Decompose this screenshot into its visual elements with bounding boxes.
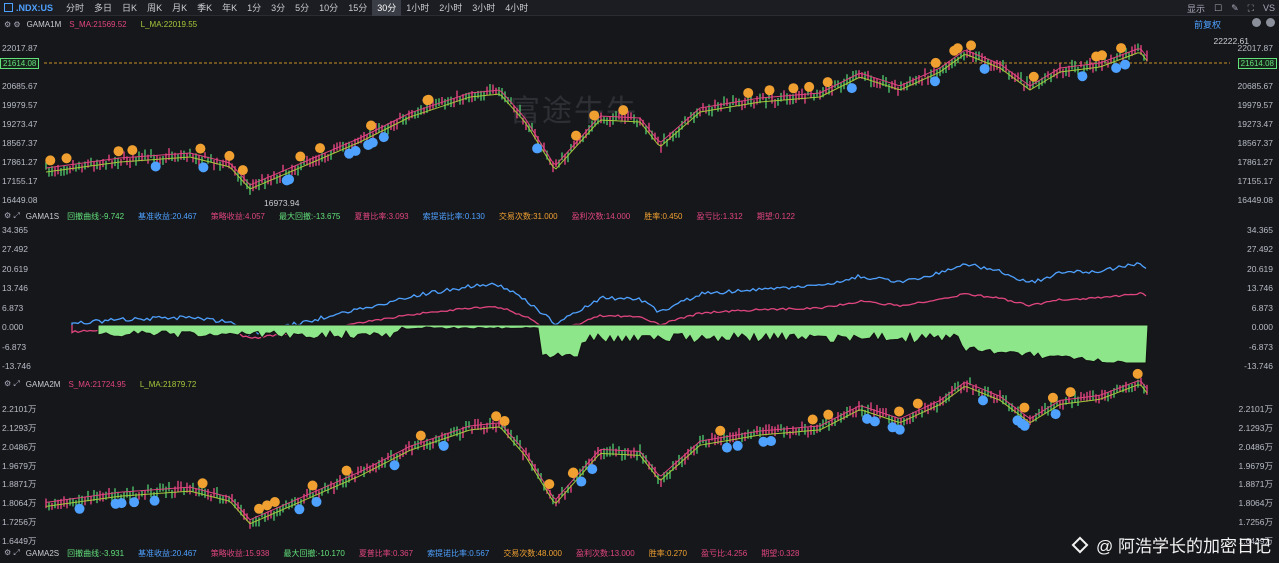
buy-marker: [307, 480, 318, 491]
sell-marker: [887, 422, 898, 433]
buy-marker: [894, 406, 905, 417]
sell-marker: [1120, 59, 1131, 70]
sell-marker: [110, 498, 121, 509]
l-ma-line: [45, 52, 1148, 190]
sell-marker: [1077, 71, 1088, 82]
sell-marker: [1019, 420, 1030, 431]
buy-marker: [491, 411, 502, 422]
buy-marker: [567, 468, 578, 479]
benchmark-line: [71, 262, 1147, 336]
buy-marker: [743, 87, 754, 98]
buy-marker: [544, 479, 555, 490]
sell-marker: [862, 413, 873, 424]
buy-marker: [315, 143, 326, 154]
buy-marker: [341, 465, 352, 476]
buy-marker: [224, 150, 235, 161]
sell-marker: [977, 395, 988, 406]
sell-marker: [150, 161, 161, 172]
sell-marker: [1050, 409, 1061, 420]
sell-marker: [129, 497, 140, 508]
buy-marker: [788, 83, 799, 94]
sell-marker: [758, 436, 769, 447]
buy-marker: [237, 165, 248, 176]
chart-window: .NDX:US 分时 多日 日K 周K 月K 季K 年K 1分 3分 5分 10分 15分 30分 1小时…: [0, 0, 1279, 563]
sell-marker: [732, 440, 743, 451]
buy-marker: [1132, 368, 1143, 379]
buy-marker: [822, 77, 833, 88]
footer-watermark: @ 阿浩学长的加密日记: [1071, 532, 1271, 557]
sell-marker: [532, 143, 543, 154]
buy-marker: [715, 425, 726, 436]
buy-marker: [1019, 402, 1030, 413]
buy-marker: [423, 94, 434, 105]
diamond-icon: [1071, 536, 1089, 553]
buy-marker: [618, 105, 629, 116]
buy-marker: [366, 120, 377, 131]
buy-marker: [1091, 51, 1102, 62]
buy-marker: [195, 143, 206, 154]
sell-marker: [1111, 62, 1122, 73]
sell-marker: [311, 496, 322, 507]
buy-marker: [499, 416, 510, 427]
buy-marker: [1047, 392, 1058, 403]
buy-marker: [61, 153, 72, 164]
buy-marker: [1028, 71, 1039, 82]
chart-plots[interactable]: [0, 0, 1279, 563]
buy-marker: [1116, 43, 1127, 54]
buy-marker: [415, 430, 426, 441]
buy-marker: [807, 414, 818, 425]
sell-marker: [846, 83, 857, 94]
sell-marker: [721, 442, 732, 453]
sell-marker: [281, 175, 292, 186]
sell-marker: [576, 476, 587, 487]
buy-marker: [930, 57, 941, 68]
sell-marker: [587, 464, 598, 475]
buy-marker: [262, 500, 273, 511]
sell-marker: [929, 76, 940, 87]
sell-marker: [363, 139, 374, 150]
buy-marker: [589, 110, 600, 121]
buy-marker: [295, 151, 306, 162]
buy-marker: [764, 85, 775, 96]
sell-marker: [438, 440, 449, 451]
buy-marker: [804, 81, 815, 92]
buy-marker: [571, 130, 582, 141]
sell-marker: [344, 148, 355, 159]
buy-marker: [45, 155, 56, 166]
l-ma-line: [45, 384, 1148, 525]
buy-marker: [1065, 387, 1076, 398]
buy-marker: [966, 40, 977, 51]
buy-marker: [952, 43, 963, 54]
sell-marker: [294, 504, 305, 515]
sell-marker: [74, 503, 85, 514]
sell-marker: [149, 495, 160, 506]
buy-marker: [127, 145, 138, 156]
sell-marker: [198, 162, 209, 173]
sell-marker: [979, 63, 990, 74]
buy-marker: [823, 409, 834, 420]
drawdown-area: [97, 324, 1149, 364]
sell-marker: [389, 460, 400, 471]
buy-marker: [197, 478, 208, 489]
sell-marker: [378, 132, 389, 143]
buy-marker: [912, 398, 923, 409]
buy-marker: [113, 146, 124, 157]
